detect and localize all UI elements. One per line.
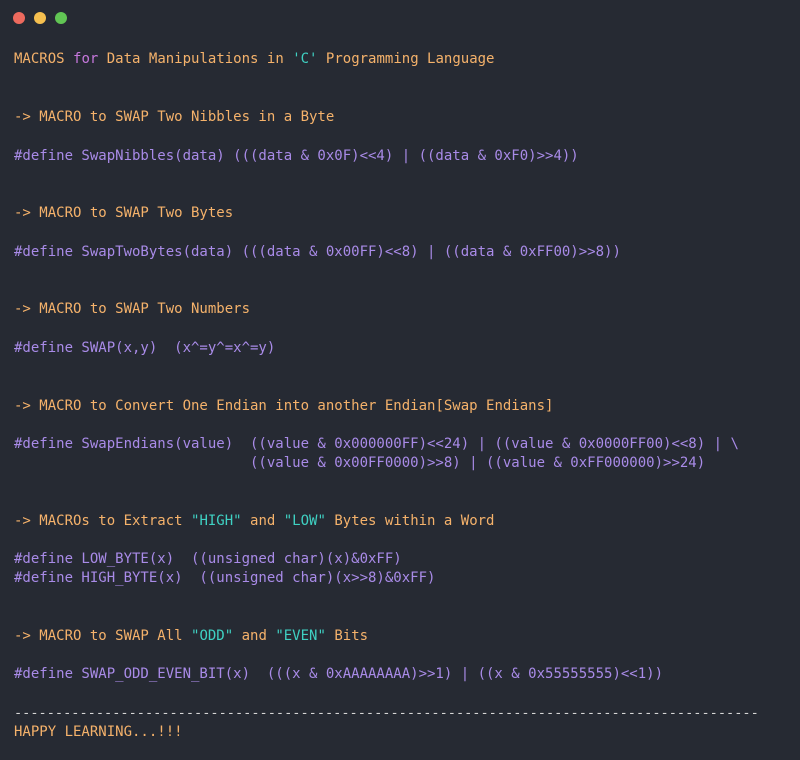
heading-text: and [233,628,276,644]
code-line-swap-nibbles: #define SwapNibbles(data) (((data & 0x0F… [14,148,579,164]
heading-text: MACRO to SWAP All [30,628,192,644]
heading-string-low: "LOW" [283,513,326,529]
code-line-swap-odd-even: #define SWAP_ODD_EVEN_BIT(x) (((x & 0xAA… [14,666,664,682]
code-line-swap-endians-2: ((value & 0x00FF0000)>>8) | ((value & 0x… [14,455,706,471]
heading-text: MACROs to Extract [30,513,192,529]
heading-text: MACRO to SWAP Two Nibbles in a Byte [30,109,335,125]
title-text: MACROS [14,51,74,67]
arrow-icon: -> [14,398,31,414]
heading-text: Bits [325,628,369,644]
arrow-icon: -> [14,109,31,125]
footer-message: HAPPY LEARNING...!!! [14,724,183,740]
arrow-icon: -> [14,301,31,317]
title-keyword: for [73,51,99,67]
title-text: Data Manipulations in [98,51,293,67]
heading-string-even: "EVEN" [275,628,326,644]
heading-text: MACRO to Convert One Endian into another… [30,398,554,414]
code-line-swap-numbers: #define SWAP(x,y) (x^=y^=x^=y) [14,340,276,356]
code-line-high-byte: #define HIGH_BYTE(x) ((unsigned char)(x>… [14,570,436,586]
section-heading-endian: -> MACRO to Convert One Endian into anot… [14,397,553,415]
arrow-icon: -> [14,513,31,529]
section-heading-numbers: -> MACRO to SWAP Two Numbers [14,300,250,318]
close-window-button[interactable] [13,12,25,24]
minimize-window-button[interactable] [34,12,46,24]
heading-text: MACRO to SWAP Two Numbers [30,301,251,317]
section-heading-bytes: -> MACRO to SWAP Two Bytes [14,204,233,222]
separator-line: ----------------------------------------… [14,705,759,721]
heading-string-high: "HIGH" [191,513,242,529]
page-title: MACROS for Data Manipulations in 'C' Pro… [14,50,495,68]
section-heading-odd-even: -> MACRO to SWAP All "ODD" and "EVEN" Bi… [14,627,368,645]
code-line-swap-two-bytes: #define SwapTwoBytes(data) (((data & 0x0… [14,244,621,260]
section-heading-nibbles: -> MACRO to SWAP Two Nibbles in a Byte [14,108,334,126]
arrow-icon: -> [14,205,31,221]
code-window: MACROS for Data Manipulations in 'C' Pro… [0,0,800,760]
heading-text: MACRO to SWAP Two Bytes [30,205,234,221]
arrow-icon: -> [14,628,31,644]
heading-string-odd: "ODD" [191,628,234,644]
heading-text: Bytes within a Word [325,513,495,529]
code-line-swap-endians-1: #define SwapEndians(value) ((value & 0x0… [14,436,739,452]
section-heading-extract: -> MACROs to Extract "HIGH" and "LOW" By… [14,512,494,530]
title-text: Programming Language [317,51,495,67]
title-string: 'C' [292,51,318,67]
code-line-low-byte: #define LOW_BYTE(x) ((unsigned char)(x)&… [14,551,402,567]
title-bar [0,0,800,36]
zoom-window-button[interactable] [55,12,67,24]
heading-text: and [241,513,284,529]
